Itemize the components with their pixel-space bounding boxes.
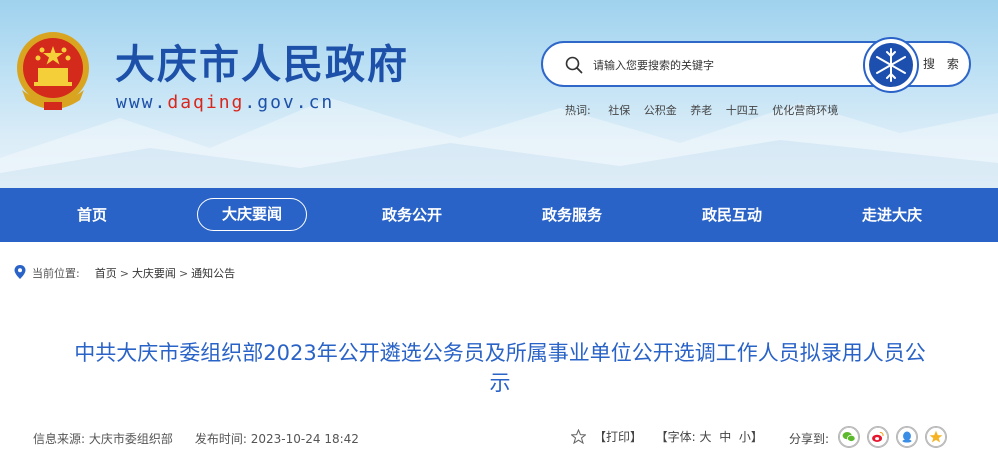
font-medium-button[interactable]: 中 <box>719 430 731 444</box>
nav-item-daqing-news[interactable]: 大庆要闻 <box>172 188 332 242</box>
breadcrumb-separator: > <box>119 267 129 280</box>
date-label: 发布时间: <box>194 432 247 446</box>
site-title: 大庆市人民政府 <box>115 42 409 88</box>
font-size-close: 】 <box>750 430 763 444</box>
font-size-label: 【字体: <box>655 430 696 444</box>
breadcrumb-separator: > <box>178 267 189 280</box>
national-emblem-icon <box>17 32 89 110</box>
nav-item-government-affairs[interactable]: 政务公开 <box>332 188 492 242</box>
location-pin-icon <box>14 265 26 279</box>
source-label: 信息来源: <box>33 432 86 446</box>
search-input[interactable] <box>591 53 865 77</box>
source-value: 大庆市委组织部 <box>88 432 173 446</box>
date-value: 2023-10-24 18:42 <box>250 432 359 446</box>
hotword-link[interactable]: 社保 <box>608 104 630 117</box>
article-title-line: 示 <box>489 371 511 395</box>
snowflake-emblem-icon <box>863 37 919 93</box>
search-box: 搜 索 <box>541 37 971 93</box>
breadcrumb-label: 当前位置: <box>32 267 80 280</box>
hotword-link[interactable]: 优化营商环境 <box>772 104 838 117</box>
url-highlight: daqing <box>167 92 245 113</box>
article-meta: 信息来源: 大庆市委组织部 发布时间: 2023-10-24 18:42 <box>33 430 359 447</box>
breadcrumb-link-news[interactable]: 大庆要闻 <box>132 267 176 280</box>
nav-item-home[interactable]: 首页 <box>12 188 172 242</box>
search-button[interactable]: 搜 索 <box>923 55 963 72</box>
share-label: 分享到: <box>789 432 830 446</box>
article-title: 中共大庆市委组织部2023年公开遴选公务员及所属事业单位公开选调工作人员拟录用人… <box>30 338 970 398</box>
site-header: 大庆市人民政府 www.daqing.gov.cn 搜 索 热词: 社保 公积金… <box>0 0 998 188</box>
nav-item-government-services[interactable]: 政务服务 <box>492 188 652 242</box>
hotword-link[interactable]: 养老 <box>690 104 712 117</box>
search-icon[interactable] <box>565 56 583 74</box>
nav-item-interaction[interactable]: 政民互动 <box>652 188 812 242</box>
breadcrumb: 当前位置: 首页 > 大庆要闻 > 通知公告 <box>14 265 235 281</box>
wechat-icon[interactable] <box>838 426 860 448</box>
url-suffix: .gov.cn <box>244 92 335 113</box>
qq-icon[interactable] <box>896 426 918 448</box>
article-title-line: 中共大庆市委组织部2023年公开遴选公务员及所属事业单位公开选调工作人员拟录用人… <box>74 341 926 365</box>
hotwords-label: 热词: <box>565 104 591 117</box>
breadcrumb-link-home[interactable]: 首页 <box>95 267 117 280</box>
site-url: www.daqing.gov.cn <box>116 92 334 113</box>
favorite-star-icon[interactable] <box>571 429 586 444</box>
font-large-button[interactable]: 大 <box>700 430 712 444</box>
article-tools: 【打印】 【字体: 大 中 小】 <box>571 427 763 447</box>
main-nav: 首页 大庆要闻 政务公开 政务服务 政民互动 走进大庆 <box>0 188 998 242</box>
hotword-link[interactable]: 公积金 <box>644 104 677 117</box>
breadcrumb-link-notices[interactable]: 通知公告 <box>191 267 235 280</box>
qzone-icon[interactable] <box>925 426 947 448</box>
weibo-icon[interactable] <box>867 426 889 448</box>
font-small-button[interactable]: 小 <box>739 430 751 444</box>
hotwords: 热词: 社保 公积金 养老 十四五 优化营商环境 <box>565 102 848 118</box>
print-button[interactable]: 【打印】 <box>594 430 642 444</box>
hotword-link[interactable]: 十四五 <box>726 104 759 117</box>
nav-item-label: 大庆要闻 <box>196 198 307 231</box>
nav-item-about-daqing[interactable]: 走进大庆 <box>812 188 972 242</box>
url-prefix: www. <box>116 92 168 113</box>
